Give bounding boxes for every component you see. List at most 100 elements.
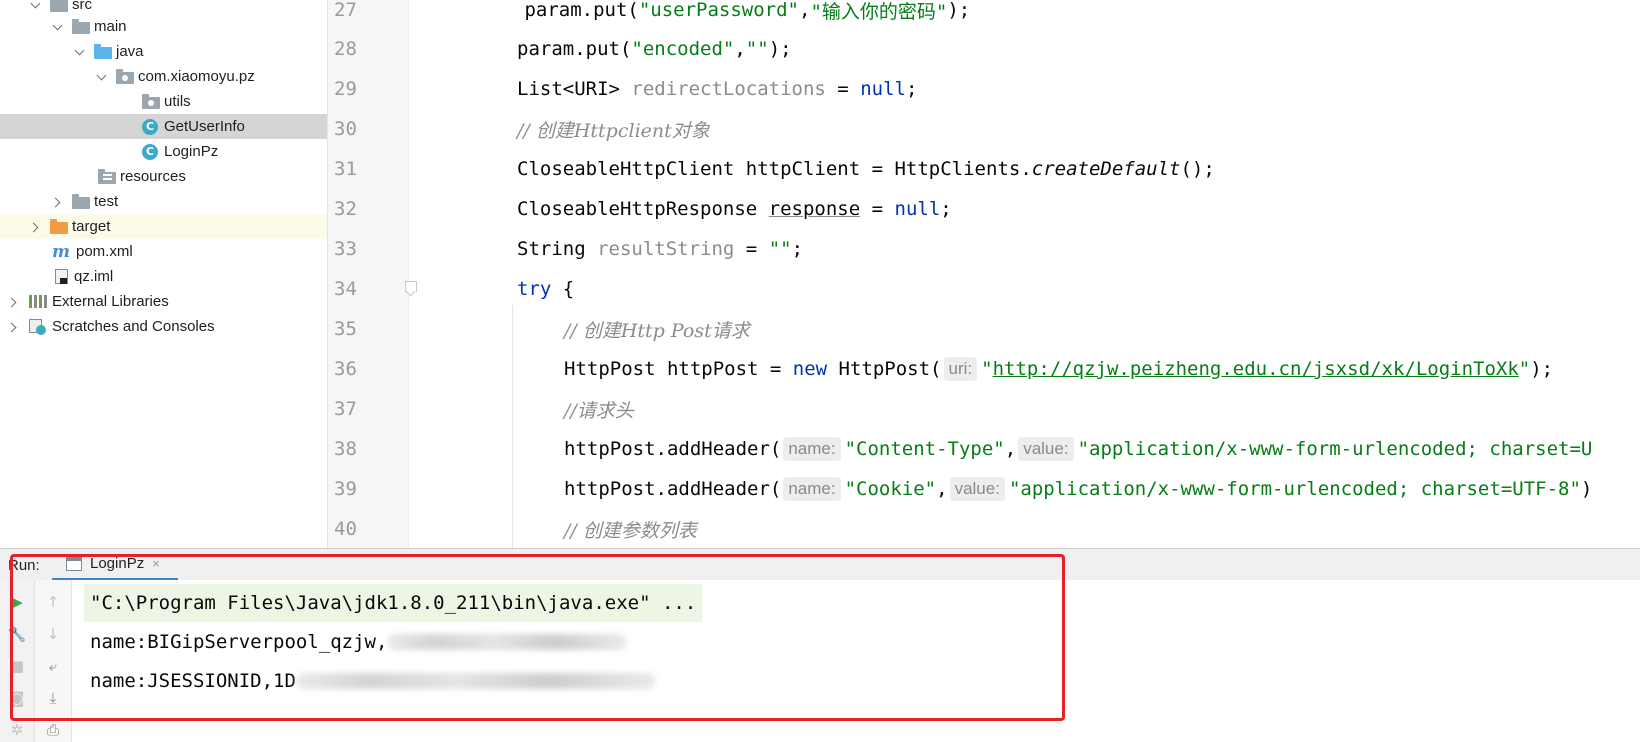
package-icon — [116, 68, 134, 84]
tree-item-external-libraries[interactable]: External Libraries — [0, 289, 327, 314]
code-line[interactable]: 32 CloseableHttpResponse response = null… — [328, 189, 1640, 229]
arrow-down-icon[interactable]: ↓ — [43, 624, 63, 644]
tree-item-label: pom.xml — [76, 243, 133, 260]
print-icon[interactable]: ⎙ — [43, 720, 63, 740]
arrow-up-icon[interactable]: ↑ — [43, 592, 63, 612]
code-text: ); — [947, 0, 971, 21]
stop-icon[interactable]: ■ — [7, 656, 27, 676]
code-text: , — [1004, 438, 1017, 460]
code-line[interactable]: 38 httpPost.addHeader(name: "Content-Type… — [328, 429, 1640, 469]
tree-item-utils[interactable]: utils — [0, 89, 327, 114]
code-line[interactable]: 27 param.put("userPassword", "输入你的密码"); — [328, 0, 1640, 30]
tab-loginpz[interactable]: LoginPz × — [52, 549, 178, 581]
url-link[interactable]: http://qzjw.peizheng.edu.cn/jsxsd/xk/Log… — [993, 358, 1519, 380]
code-line[interactable]: 34 try { — [328, 269, 1640, 309]
line-number: 29 — [334, 78, 357, 100]
code-text: ; — [791, 238, 804, 260]
string-literal: "userPassword" — [638, 0, 799, 21]
console-output[interactable]: "C:\Program Files\Java\jdk1.8.0_211\bin\… — [80, 580, 1640, 742]
code-editor[interactable]: 27 param.put("userPassword", "输入你的密码"); 2… — [328, 0, 1640, 548]
reassigned-variable: response — [768, 198, 861, 220]
string-literal: "" — [768, 238, 792, 260]
parameter-hint: uri: — [943, 357, 978, 381]
code-text: param.put( — [513, 0, 639, 21]
chevron-down-icon[interactable] — [74, 46, 86, 58]
fold-marker-icon[interactable] — [405, 281, 417, 295]
code-text: , — [799, 0, 811, 21]
tree-item-iml[interactable]: qz.iml — [0, 264, 327, 289]
tree-item-scratches[interactable]: Scratches and Consoles — [0, 314, 327, 339]
static-method: createDefault — [1031, 158, 1181, 180]
tree-item-java[interactable]: java — [0, 39, 327, 64]
tree-item-label: src — [72, 0, 92, 13]
code-line[interactable]: 29 List<URI> redirectLocations = null; — [328, 69, 1640, 109]
tree-item-label: External Libraries — [52, 293, 169, 310]
code-line[interactable]: 35 // 创建Http Post请求 — [328, 309, 1640, 349]
line-number: 28 — [334, 38, 357, 60]
camera-icon[interactable]: ◙ — [7, 688, 27, 708]
package-icon — [142, 93, 160, 109]
chevron-right-icon[interactable] — [8, 296, 20, 308]
code-text: ; — [940, 198, 952, 220]
code-line[interactable]: 33 String resultString = ""; — [328, 229, 1640, 269]
tree-item-resources[interactable]: resources — [0, 164, 327, 189]
line-number: 34 — [334, 278, 357, 300]
code-text: ; — [905, 78, 918, 100]
module-file-icon — [54, 268, 68, 285]
tree-item-label: java — [116, 43, 144, 60]
redacted-value — [387, 634, 628, 650]
chevron-right-icon[interactable] — [8, 321, 20, 333]
chevron-down-icon[interactable] — [30, 0, 42, 11]
code-line[interactable]: 36 HttpPost httpPost = new HttpPost(uri:… — [328, 349, 1640, 389]
settings-icon[interactable]: ✲ — [7, 720, 27, 740]
tree-item-main[interactable]: main — [0, 14, 327, 39]
tree-item-test[interactable]: test — [0, 189, 327, 214]
code-text: ); — [768, 38, 792, 60]
code-line[interactable]: 31 CloseableHttpClient httpClient = Http… — [328, 149, 1640, 189]
tree-item-label: main — [94, 18, 127, 35]
code-line[interactable]: 40 // 创建参数列表 — [328, 509, 1640, 548]
tree-item-target[interactable]: target — [0, 214, 327, 239]
code-comment: // 创建Http Post请求 — [564, 319, 750, 342]
code-line[interactable]: 30 // 创建Httpclient对象 — [328, 109, 1640, 149]
line-number: 36 — [334, 358, 357, 380]
code-text: CloseableHttpResponse — [517, 198, 769, 220]
code-text: = — [825, 78, 861, 100]
keyword: null — [860, 78, 906, 100]
chevron-down-icon[interactable] — [96, 71, 108, 83]
play-icon[interactable]: ▶ — [7, 592, 27, 612]
tree-item-label: Scratches and Consoles — [52, 318, 215, 335]
line-number: 31 — [334, 158, 357, 180]
code-line[interactable]: 28 param.put("encoded", ""); — [328, 29, 1640, 69]
chevron-right-icon[interactable] — [30, 221, 42, 233]
parameter-hint: value: — [1018, 437, 1074, 461]
console-text: name:BIGipServerpool_qzjw, — [90, 631, 388, 653]
chevron-right-icon[interactable] — [52, 196, 64, 208]
unused-variable: redirectLocations — [631, 78, 826, 100]
chevron-down-icon[interactable] — [52, 21, 64, 33]
code-text: httpPost.addHeader( — [564, 438, 782, 460]
tree-item-package[interactable]: com.xiaomoyu.pz — [0, 64, 327, 89]
close-icon[interactable]: × — [152, 556, 160, 571]
code-line[interactable]: 39 httpPost.addHeader(name: "Cookie", valu… — [328, 469, 1640, 509]
code-text: = — [860, 198, 895, 220]
code-text: ); — [1530, 358, 1554, 380]
code-line[interactable]: 37 //请求头 — [328, 389, 1640, 429]
tree-item-loginpz[interactable]: C LoginPz — [0, 139, 327, 164]
parameter-hint: value: — [949, 477, 1005, 501]
line-number: 40 — [334, 518, 357, 540]
scroll-to-end-icon[interactable]: ⤓ — [43, 688, 63, 708]
console-line: "C:\Program Files\Java\jdk1.8.0_211\bin\… — [84, 584, 703, 622]
soft-wrap-icon[interactable]: ⤶ — [43, 656, 63, 676]
keyword: new — [792, 358, 828, 380]
console-text: "C:\Program Files\Java\jdk1.8.0_211\bin\… — [90, 592, 697, 614]
wrench-icon[interactable]: 🔧 — [7, 624, 27, 644]
code-comment: // 创建参数列表 — [564, 519, 697, 542]
folder-icon — [50, 0, 68, 12]
tree-item-pom[interactable]: m pom.xml — [0, 239, 327, 264]
code-text: , — [936, 478, 948, 500]
console-line: name:BIGipServerpool_qzjw, — [90, 623, 628, 661]
tree-item-getuserinfo[interactable]: C GetUserInfo — [0, 114, 327, 139]
redacted-value — [295, 673, 656, 689]
string-literal: " — [1518, 358, 1531, 380]
